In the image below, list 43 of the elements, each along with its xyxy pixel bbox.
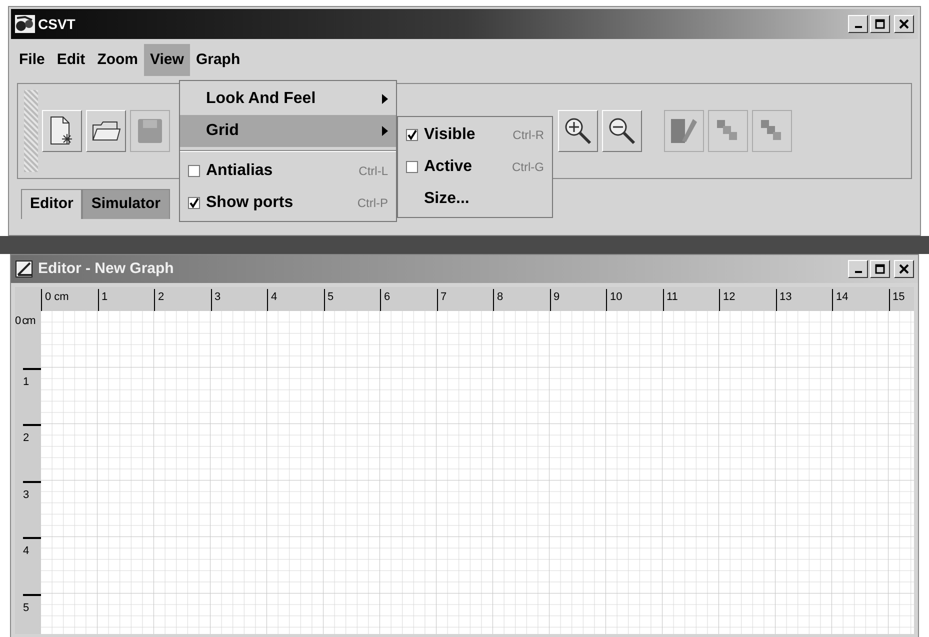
checkbox[interactable] — [406, 161, 418, 173]
menu-title[interactable]: Graph — [190, 44, 246, 76]
minimize-button[interactable] — [848, 15, 868, 33]
submenu-arrow-icon — [382, 94, 388, 104]
close-icon — [899, 264, 909, 274]
checkbox[interactable] — [188, 165, 200, 177]
close-icon — [899, 19, 909, 29]
close-button[interactable] — [894, 15, 914, 33]
menu-item[interactable]: Size... — [398, 183, 552, 215]
new-document-icon — [49, 116, 75, 146]
menu-title[interactable]: View — [144, 44, 190, 76]
editor-icon — [15, 260, 35, 278]
minimize-icon — [854, 271, 862, 273]
close-button[interactable] — [894, 260, 914, 278]
menu-item[interactable]: Visible Ctrl-R — [398, 119, 552, 151]
maximize-icon — [875, 264, 885, 274]
menu-item[interactable]: Grid — [180, 115, 396, 147]
app-logo-icon — [15, 15, 35, 33]
zoom-in-icon — [563, 116, 593, 146]
minimize-button[interactable] — [848, 260, 868, 278]
pencil-document-icon — [669, 117, 699, 145]
toolbar-grip[interactable] — [24, 90, 38, 172]
tab[interactable]: Editor — [21, 189, 82, 219]
minimize-icon — [854, 26, 862, 28]
menu-item[interactable]: Show ports Ctrl-P — [180, 187, 396, 219]
editor-title: Editor - New Graph — [38, 258, 174, 279]
menu-title[interactable]: Edit — [50, 44, 92, 76]
tab[interactable]: Simulator — [82, 189, 170, 219]
menu-item[interactable]: Active Ctrl-G — [398, 151, 552, 183]
checkbox[interactable] — [406, 129, 418, 141]
menu-title[interactable]: Zoom — [91, 44, 144, 76]
menu-item[interactable]: Antialias Ctrl-L — [180, 155, 396, 187]
menu-title[interactable]: File — [13, 44, 51, 76]
ruler-label: 0 cm — [15, 314, 36, 329]
submenu-arrow-icon — [382, 126, 388, 136]
maximize-button[interactable] — [870, 15, 890, 33]
menu-item[interactable]: Look And Feel — [180, 83, 396, 115]
window-title: CSVT — [38, 14, 76, 34]
folder-icon — [91, 119, 121, 143]
checkbox[interactable] — [188, 197, 200, 209]
maximize-button[interactable] — [870, 260, 890, 278]
zoom-out-icon — [607, 116, 637, 146]
maximize-icon — [875, 19, 885, 29]
